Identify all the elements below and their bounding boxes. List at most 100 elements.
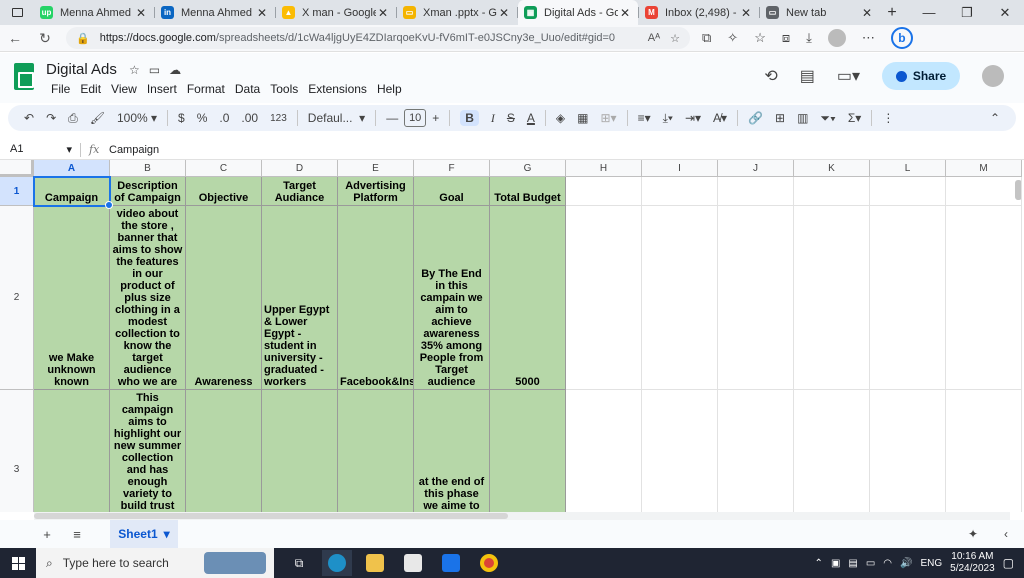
show-hidden-icons-icon[interactable]: ⌃ bbox=[815, 558, 823, 569]
move-folder-icon[interactable]: ▭ bbox=[149, 63, 160, 77]
window-menu-button[interactable] bbox=[0, 0, 34, 25]
insert-chart-icon[interactable]: ▥ bbox=[791, 111, 814, 125]
column-header-l[interactable]: L bbox=[870, 160, 946, 177]
empty-cell[interactable] bbox=[718, 177, 794, 206]
downloads-icon[interactable]: ⤓ bbox=[806, 30, 812, 46]
column-header-m[interactable]: M bbox=[946, 160, 1022, 177]
empty-cell[interactable] bbox=[794, 206, 870, 390]
table-cell[interactable]: Awareness bbox=[186, 206, 262, 390]
read-aloud-icon[interactable]: Aᴬ bbox=[648, 32, 660, 45]
column-header-f[interactable]: F bbox=[414, 160, 490, 177]
table-cell[interactable]: Total Budget bbox=[490, 177, 566, 206]
table-cell[interactable]: Goal bbox=[414, 177, 490, 206]
comments-icon[interactable]: ▤ bbox=[800, 66, 815, 86]
column-header-a[interactable]: A bbox=[34, 160, 110, 177]
profile-avatar[interactable] bbox=[827, 29, 846, 47]
share-button[interactable]: Share bbox=[882, 62, 960, 90]
empty-cell[interactable] bbox=[794, 390, 870, 512]
name-box[interactable]: A1 ▾ bbox=[0, 143, 80, 156]
chrome-icon[interactable] bbox=[474, 550, 504, 576]
browser-tab[interactable]: up Menna Ahmed - ✕ bbox=[34, 0, 154, 25]
redo-icon[interactable]: ↷ bbox=[40, 111, 62, 125]
insert-comment-icon[interactable]: ⊞ bbox=[769, 111, 791, 125]
table-cell[interactable]: Target Audiance bbox=[262, 177, 338, 206]
column-header-i[interactable]: I bbox=[642, 160, 718, 177]
menu-item-format[interactable]: Format bbox=[182, 81, 230, 97]
font-size-decrease-button[interactable]: — bbox=[380, 111, 404, 125]
tray-app-icon[interactable]: ▣ bbox=[831, 558, 840, 569]
document-title[interactable]: Digital Ads bbox=[46, 61, 117, 78]
wifi-icon[interactable]: ◠ bbox=[883, 558, 892, 569]
font-size-input[interactable]: 10 bbox=[404, 109, 427, 127]
column-header-j[interactable]: J bbox=[718, 160, 794, 177]
empty-cell[interactable] bbox=[870, 390, 946, 512]
more-tools-icon[interactable]: ⋮ bbox=[876, 111, 900, 125]
tab-sheet1[interactable]: Sheet1 ▾ bbox=[110, 520, 178, 548]
start-button[interactable] bbox=[0, 556, 36, 570]
menu-item-view[interactable]: View bbox=[106, 81, 142, 97]
collections-icon[interactable]: ⧈ bbox=[782, 30, 790, 46]
side-panel-chevron-icon[interactable]: ‹ bbox=[1004, 527, 1008, 541]
explore-icon[interactable]: ✦ bbox=[968, 527, 978, 541]
menu-item-file[interactable]: File bbox=[46, 81, 75, 97]
table-cell[interactable] bbox=[490, 390, 566, 512]
menu-item-extensions[interactable]: Extensions bbox=[303, 81, 372, 97]
merge-cells-icon[interactable]: ⊞▾ bbox=[594, 111, 622, 125]
table-cell[interactable]: Advertising Platform bbox=[338, 177, 414, 206]
clock[interactable]: 10:16 AM 5/24/2023 bbox=[950, 551, 995, 575]
table-cell[interactable]: By The End in this campain we aim to ach… bbox=[414, 206, 490, 390]
column-header-k[interactable]: K bbox=[794, 160, 870, 177]
table-cell[interactable]: Campaign bbox=[34, 177, 110, 206]
empty-cell[interactable] bbox=[794, 177, 870, 206]
zoom-select[interactable]: 100% ▾ bbox=[111, 111, 163, 125]
vertical-align-icon[interactable]: ⤓▾ bbox=[657, 111, 679, 126]
all-sheets-icon[interactable]: ≡ bbox=[62, 527, 92, 542]
column-header-h[interactable]: H bbox=[566, 160, 642, 177]
table-cell[interactable] bbox=[34, 390, 110, 512]
increase-decimal-button[interactable]: .00 bbox=[235, 111, 264, 125]
add-sheet-icon[interactable]: + bbox=[32, 527, 62, 542]
text-wrap-icon[interactable]: ⇥▾ bbox=[679, 111, 707, 125]
percent-button[interactable]: % bbox=[191, 111, 214, 125]
undo-icon[interactable]: ↶ bbox=[18, 111, 40, 125]
table-cell[interactable]: 5000 bbox=[490, 206, 566, 390]
table-cell[interactable]: Upper Egypt & Lower Egypt - student in u… bbox=[262, 206, 338, 390]
menu-item-insert[interactable]: Insert bbox=[142, 81, 182, 97]
empty-cell[interactable] bbox=[718, 390, 794, 512]
table-cell[interactable] bbox=[186, 390, 262, 512]
filter-icon[interactable]: ⏷▾ bbox=[814, 111, 841, 126]
battery-icon[interactable]: ▭ bbox=[866, 558, 875, 569]
table-cell[interactable]: This campaign aims to highlight our new … bbox=[110, 390, 186, 512]
star-icon[interactable]: ☆ bbox=[129, 63, 140, 77]
horizontal-align-icon[interactable]: ≡▾ bbox=[632, 111, 657, 125]
empty-cell[interactable] bbox=[642, 390, 718, 512]
file-explorer-icon[interactable] bbox=[360, 550, 390, 576]
spreadsheet-grid[interactable]: A B C D E F G H I J K L M 1 2 3 Campaign Description of C… bbox=[0, 160, 1024, 512]
browser-tab[interactable]: in Menna Ahmed | ✕ bbox=[155, 0, 275, 25]
menu-item-edit[interactable]: Edit bbox=[75, 81, 106, 97]
taskbar-search-input[interactable]: ⌕ Type here to search bbox=[36, 548, 274, 578]
url-input[interactable]: 🔒 https://docs.google.com /spreadsheets/… bbox=[66, 27, 690, 49]
close-tab-icon[interactable]: ✕ bbox=[134, 6, 148, 20]
favorites-icon[interactable]: ☆ bbox=[754, 30, 766, 46]
empty-cell[interactable] bbox=[870, 177, 946, 206]
table-cell[interactable]: we Make unknown known bbox=[34, 206, 110, 390]
table-cell[interactable]: at the end of this phase we aime to get … bbox=[414, 390, 490, 512]
column-header-b[interactable]: B bbox=[110, 160, 186, 177]
horizontal-scroll-thumb[interactable] bbox=[34, 513, 508, 519]
select-all-corner[interactable] bbox=[0, 160, 34, 177]
empty-cell[interactable] bbox=[718, 206, 794, 390]
browser-tab[interactable]: ▲ X man - Google ✕ bbox=[276, 0, 396, 25]
row-header-3[interactable]: 3 bbox=[0, 390, 34, 512]
empty-cell[interactable] bbox=[566, 390, 642, 512]
text-color-button[interactable]: A bbox=[521, 111, 541, 125]
empty-cell[interactable] bbox=[566, 206, 642, 390]
table-cell[interactable]: Facebook&Instagram bbox=[338, 206, 414, 390]
empty-cell[interactable] bbox=[642, 206, 718, 390]
font-size-increase-button[interactable]: + bbox=[426, 111, 445, 125]
decrease-decimal-button[interactable]: .0 bbox=[213, 111, 235, 125]
extensions-puzzle-icon[interactable]: ✧ bbox=[727, 30, 738, 46]
empty-cell[interactable] bbox=[642, 177, 718, 206]
bold-button[interactable]: B bbox=[460, 110, 479, 126]
empty-cell[interactable] bbox=[870, 206, 946, 390]
